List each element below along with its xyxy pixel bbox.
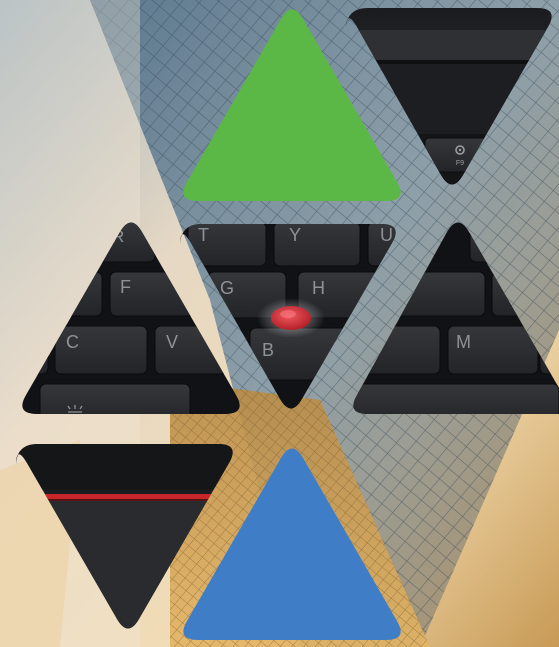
key-h: H — [312, 278, 325, 298]
key-f: F — [120, 277, 131, 297]
hero-collage: F9 R F C V T Y U G H B M — [0, 0, 559, 647]
key-g: G — [220, 278, 234, 298]
key-v: V — [166, 332, 178, 352]
trackpoint-nub — [257, 298, 325, 338]
key-c: C — [66, 332, 79, 352]
key-b: B — [262, 340, 274, 360]
key-u: U — [380, 225, 393, 245]
fn-key-label: F9 — [456, 160, 464, 167]
key-y: Y — [289, 225, 301, 245]
key-t: T — [198, 225, 209, 245]
key-m: M — [456, 332, 471, 352]
